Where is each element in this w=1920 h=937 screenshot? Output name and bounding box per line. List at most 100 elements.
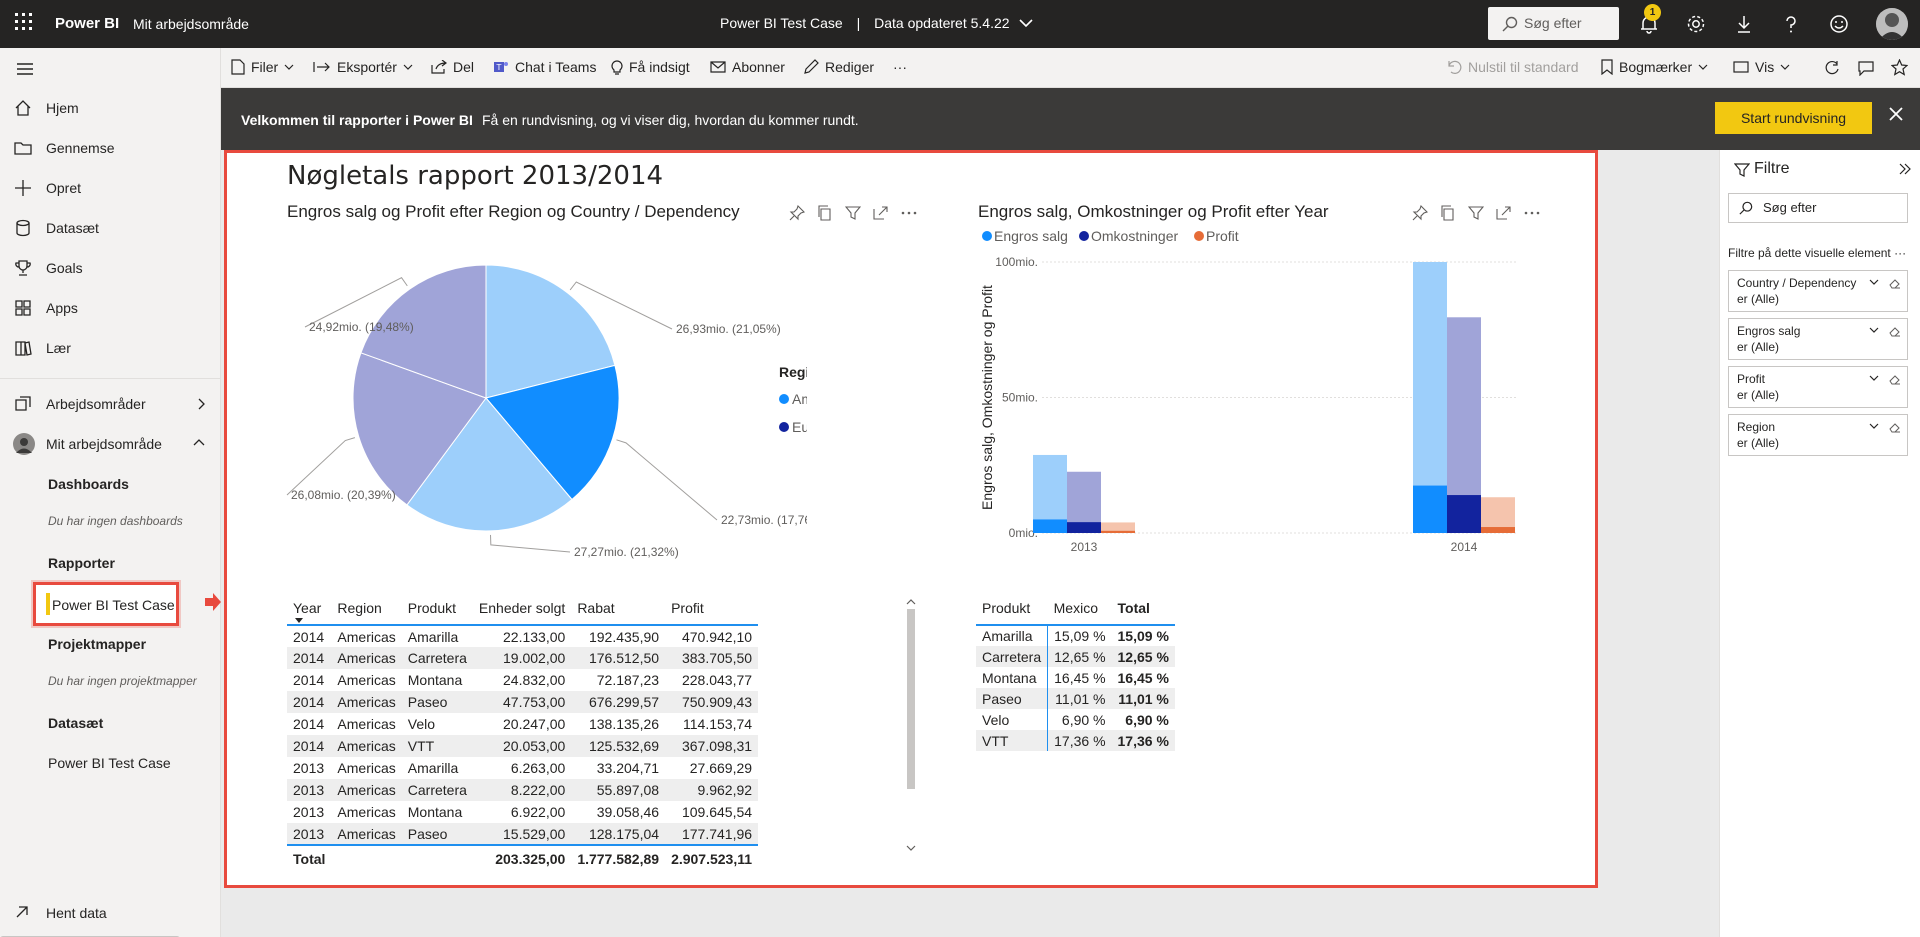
- table-row[interactable]: 2014 Americas Carretera 19.002,00 176.512,50…: [287, 647, 759, 669]
- get-insights-button[interactable]: Få indsigt: [611, 59, 690, 75]
- bar-highlight[interactable]: [1033, 519, 1067, 533]
- filter-icon[interactable]: [845, 205, 861, 221]
- nav-item-browse[interactable]: Gennemse: [0, 130, 221, 166]
- nav-item-workspaces[interactable]: Arbejdsområder: [0, 386, 221, 422]
- focus-mode-icon[interactable]: [873, 205, 889, 221]
- feedback-smiley-icon[interactable]: [1828, 13, 1850, 35]
- get-data-button[interactable]: Hent data: [0, 894, 221, 932]
- filter-card[interactable]: Region er (Alle): [1728, 414, 1908, 456]
- matrix-header-total[interactable]: Total: [1111, 592, 1175, 626]
- table-row[interactable]: 2013 Americas Paseo 15.529,00 128.175,04 177.…: [287, 823, 759, 845]
- col-header-profit[interactable]: Profit: [665, 592, 759, 626]
- eraser-icon[interactable]: [1889, 277, 1901, 289]
- matrix-row[interactable]: Paseo 11,01 % 11,01 %: [976, 688, 1175, 709]
- table-row[interactable]: 2014 Americas Amarilla 22.133,00 192.435,90 4…: [287, 625, 758, 647]
- brand-name[interactable]: Power BI: [55, 15, 119, 32]
- favorite-star-icon[interactable]: [1891, 59, 1908, 76]
- app-launcher-icon[interactable]: [14, 12, 34, 32]
- more-options-button[interactable]: ···: [893, 59, 907, 75]
- matrix-header-mexico[interactable]: Mexico: [1047, 592, 1112, 626]
- eraser-icon[interactable]: [1889, 421, 1901, 433]
- legend-entry[interactable]: Omkostninger: [1091, 228, 1178, 244]
- sidebar-item-active-report[interactable]: Power BI Test Case: [33, 582, 179, 626]
- chevron-down-icon[interactable]: [1869, 279, 1879, 285]
- chat-in-teams-button[interactable]: T Chat i Teams: [493, 59, 596, 75]
- col-header-region[interactable]: Region: [331, 592, 402, 626]
- comment-icon[interactable]: [1858, 60, 1874, 76]
- pin-icon[interactable]: [789, 205, 805, 221]
- eraser-icon[interactable]: [1889, 373, 1901, 385]
- nav-item-apps[interactable]: Apps: [0, 290, 221, 326]
- col-header-discount[interactable]: Rabat: [571, 592, 666, 626]
- legend-entry[interactable]: Europe: [792, 419, 807, 435]
- top-search-input[interactable]: Søg efter: [1488, 7, 1619, 40]
- table-row[interactable]: 2014 Americas Paseo 47.753,00 676.299,57 750.…: [287, 691, 759, 713]
- download-icon[interactable]: [1733, 13, 1755, 35]
- matrix-row[interactable]: Montana 16,45 % 16,45 %: [976, 667, 1175, 688]
- bar-highlight[interactable]: [1447, 495, 1481, 533]
- bar-highlight[interactable]: [1481, 527, 1515, 533]
- start-tour-button[interactable]: Start rundvisning: [1715, 102, 1872, 134]
- subscribe-button[interactable]: Abonner: [710, 59, 785, 75]
- col-header-product[interactable]: Produkt: [401, 592, 473, 626]
- chevron-down-icon[interactable]: [1869, 375, 1879, 381]
- reset-default-button[interactable]: Nulstil til standard: [1446, 59, 1579, 75]
- user-avatar[interactable]: [1876, 8, 1908, 40]
- gear-icon[interactable]: [1685, 13, 1707, 35]
- refresh-icon[interactable]: [1824, 60, 1840, 76]
- filter-section-more[interactable]: ···: [1894, 246, 1906, 260]
- legend-entry[interactable]: Americas: [792, 391, 807, 407]
- more-options-icon[interactable]: [1524, 205, 1540, 221]
- bookmarks-button[interactable]: Bogmærker: [1601, 59, 1708, 75]
- help-icon[interactable]: [1780, 13, 1802, 35]
- col-header-units[interactable]: Enheder solgt: [472, 592, 572, 626]
- filter-card[interactable]: Country / Dependency er (Alle): [1728, 270, 1908, 312]
- chevron-down-icon[interactable]: [1869, 423, 1879, 429]
- matrix-row[interactable]: Amarilla 15,09 % 15,09 %: [976, 625, 1175, 646]
- table-scrollbar[interactable]: [905, 597, 917, 859]
- col-header-year[interactable]: Year: [287, 592, 332, 626]
- matrix-header-product[interactable]: Produkt: [976, 592, 1048, 626]
- eraser-icon[interactable]: [1889, 325, 1901, 337]
- matrix-row[interactable]: Carretera 12,65 % 12,65 %: [976, 646, 1175, 667]
- pie-chart[interactable]: 26,93mio. (21,05%) 22,73mio. (17,76%) 27,2…: [247, 223, 807, 583]
- table-scroll-thumb[interactable]: [907, 609, 915, 789]
- file-menu-button[interactable]: Filer: [231, 59, 294, 75]
- table-row[interactable]: 2013 Americas Montana 6.922,00 39.058,46 109.…: [287, 801, 758, 823]
- focus-mode-icon[interactable]: [1496, 205, 1512, 221]
- pin-icon[interactable]: [1412, 205, 1428, 221]
- bar-chart[interactable]: Engros salg Omkostninger Profit0mio.50mio.…: [972, 228, 1532, 558]
- legend-entry[interactable]: Engros salg: [994, 228, 1068, 244]
- table-row[interactable]: 2014 Americas VTT 20.053,00 125.532,69 367.09…: [287, 735, 759, 757]
- table-row[interactable]: 2014 Americas Velo 20.247,00 138.135,26 114.1…: [287, 713, 758, 735]
- hamburger-icon[interactable]: [16, 62, 34, 76]
- legend-entry[interactable]: Profit: [1206, 228, 1239, 244]
- more-options-icon[interactable]: [901, 205, 917, 221]
- nav-item-goals[interactable]: Goals: [0, 250, 221, 286]
- bar-highlight[interactable]: [1101, 530, 1135, 533]
- view-button[interactable]: Vis: [1733, 59, 1790, 75]
- filter-icon[interactable]: [1468, 205, 1484, 221]
- nav-item-my-workspace[interactable]: Mit arbejdsområde: [0, 426, 221, 462]
- nav-item-create[interactable]: Opret: [0, 170, 221, 206]
- collapse-pane-icon[interactable]: [1898, 163, 1912, 175]
- matrix-row[interactable]: Velo 6,90 % 6,90 %: [976, 709, 1175, 730]
- table-row[interactable]: 2013 Americas Carretera 8.222,00 55.897,08 9.…: [287, 779, 759, 801]
- close-icon[interactable]: [1889, 107, 1903, 121]
- report-header[interactable]: Power BI Test Case | Data opdateret 5.4.…: [720, 15, 1034, 31]
- nav-item-learn[interactable]: Lær: [0, 330, 221, 366]
- copy-icon[interactable]: [1440, 205, 1456, 221]
- edit-button[interactable]: Rediger: [803, 59, 874, 75]
- bar-highlight[interactable]: [1067, 522, 1101, 533]
- chevron-down-icon[interactable]: [1869, 327, 1879, 333]
- table-row[interactable]: 2013 Americas Amarilla 6.263,00 33.204,71 27.…: [287, 757, 758, 779]
- nav-item-datasets[interactable]: Datasæt: [0, 210, 221, 246]
- share-button[interactable]: Del: [431, 59, 474, 75]
- table-row[interactable]: 2014 Americas Montana 24.832,00 72.187,23 228…: [287, 669, 758, 691]
- nav-item-home[interactable]: Hjem: [0, 90, 221, 126]
- dataset-item[interactable]: Power BI Test Case: [48, 755, 171, 771]
- workspace-link[interactable]: Mit arbejdsområde: [133, 16, 249, 32]
- filter-card[interactable]: Profit er (Alle): [1728, 366, 1908, 408]
- export-menu-button[interactable]: Eksportér: [313, 59, 413, 75]
- matrix-row[interactable]: VTT 17,36 % 17,36 %: [976, 730, 1175, 751]
